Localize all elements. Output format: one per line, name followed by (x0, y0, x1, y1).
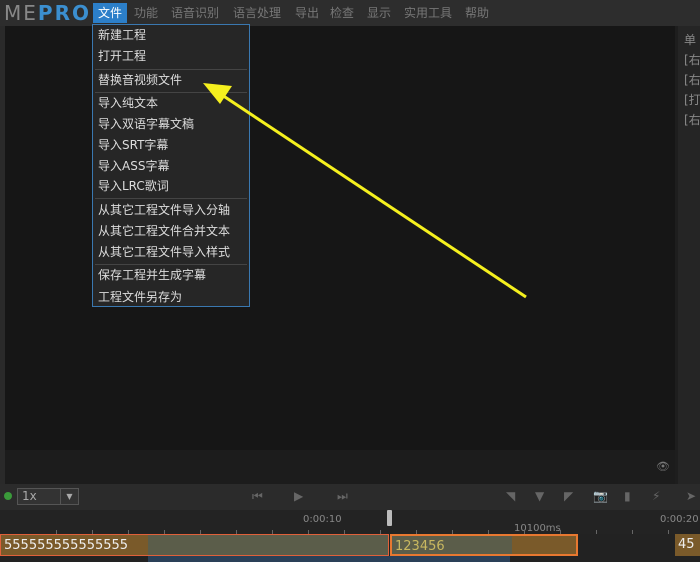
menu-item-new-project[interactable]: 新建工程 (98, 25, 146, 45)
list-item[interactable]: [右 (678, 70, 700, 90)
menu-item-open-project[interactable]: 打开工程 (98, 46, 146, 66)
subtitle-segment[interactable]: 123456 (390, 534, 578, 556)
mark-down-icon[interactable]: ▼ (535, 489, 544, 503)
menu-item-import-srt[interactable]: 导入SRT字幕 (98, 135, 168, 155)
next-icon[interactable]: ⏭ (337, 489, 348, 504)
menu-help[interactable]: 帮助 (460, 3, 494, 23)
menu-display[interactable]: 显示 (362, 3, 396, 23)
menu-item-import-ass[interactable]: 导入ASS字幕 (98, 156, 169, 176)
menu-export[interactable]: 导出 (290, 3, 324, 23)
status-dot (4, 492, 12, 500)
list-item[interactable]: [右 (678, 110, 700, 130)
menu-item-import-text[interactable]: 导入纯文本 (98, 93, 158, 113)
menu-language[interactable]: 语言处理 (228, 3, 286, 23)
audio-bar (148, 556, 510, 562)
list-item[interactable]: [打 (678, 90, 700, 110)
app-logo: MEPRO (4, 1, 91, 25)
magic-wand-icon[interactable]: ⚡ (652, 489, 660, 503)
menu-item-import-timing[interactable]: 从其它工程文件导入分轴 (98, 200, 230, 220)
menu-tools[interactable]: 实用工具 (399, 3, 457, 23)
file-menu-dropdown: 新建工程 打开工程 替换音视频文件 导入纯文本 导入双语字幕文稿 导入SRT字幕… (92, 24, 250, 307)
subtitle-segment[interactable]: 555555555555555 (0, 534, 148, 556)
menu-function[interactable]: 功能 (129, 3, 163, 23)
menu-item-save-as[interactable]: 工程文件另存为 (98, 287, 182, 307)
menu-item-import-lrc[interactable]: 导入LRC歌词 (98, 176, 169, 196)
subtitle-segment[interactable]: 45 (675, 534, 700, 556)
menu-file[interactable]: 文件 (93, 3, 128, 23)
subtitle-track[interactable]: 555555555555555 123456 45 (0, 534, 700, 562)
menu-item-replace-media[interactable]: 替换音视频文件 (98, 70, 182, 90)
list-item[interactable]: 单 (678, 30, 700, 50)
chevron-down-icon[interactable]: ▼ (60, 489, 78, 504)
video-footer (5, 450, 675, 484)
bookmark-icon[interactable]: ▮ (624, 489, 631, 503)
menu-speech-recognition[interactable]: 语音识别 (166, 3, 224, 23)
playhead[interactable] (387, 510, 392, 526)
time-label: 0:00:10 (303, 514, 342, 525)
prev-icon[interactable]: ⏮ (252, 489, 263, 504)
menu-item-import-bilingual[interactable]: 导入双语字幕文稿 (98, 114, 194, 134)
menu-bar: MEPRO 文件 功能 语音识别 语言处理 导出 检查 显示 实用工具 帮助 (0, 0, 700, 26)
subtitle-list: 单 [右 [右 [打 [右 (678, 26, 700, 486)
camera-icon[interactable]: 📷 (593, 489, 608, 503)
eye-icon[interactable]: 👁 (656, 460, 670, 473)
divider (95, 198, 247, 199)
mark-left-icon[interactable]: ◥ (506, 489, 515, 503)
list-item[interactable]: [右 (678, 50, 700, 70)
speed-select[interactable]: 1x ▼ (17, 488, 79, 505)
duration-label: 10100ms (514, 523, 561, 534)
timeline-ruler[interactable]: 0:00:10 0:00:20 10100ms (0, 510, 700, 534)
menu-item-save-generate[interactable]: 保存工程并生成字幕 (98, 265, 206, 285)
menu-check[interactable]: 检查 (325, 3, 359, 23)
cursor-icon[interactable]: ➤ (686, 489, 696, 503)
menu-item-merge-text[interactable]: 从其它工程文件合并文本 (98, 221, 230, 241)
time-label: 0:00:20 (660, 514, 699, 525)
play-icon[interactable]: ▶ (294, 489, 303, 503)
menu-item-import-style[interactable]: 从其它工程文件导入样式 (98, 242, 230, 262)
mark-right-icon[interactable]: ◤ (564, 489, 573, 503)
segment-waveform (148, 534, 389, 556)
